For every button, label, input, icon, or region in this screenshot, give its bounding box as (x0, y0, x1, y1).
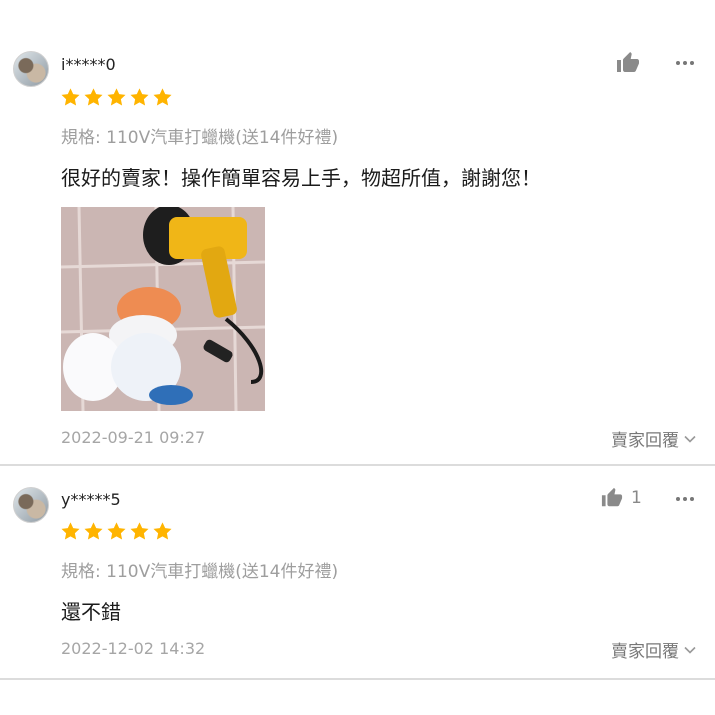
star-icon (84, 522, 103, 540)
star-icon (153, 522, 172, 540)
more-options-icon[interactable] (675, 491, 695, 507)
star-rating (60, 521, 173, 542)
star-icon (153, 88, 172, 106)
review-comment: 很好的賣家！操作簡單容易上手，物超所值，謝謝您！ (61, 166, 541, 190)
more-options-icon[interactable] (675, 55, 695, 71)
star-icon (107, 88, 126, 106)
review-comment: 還不錯 (61, 600, 121, 624)
star-icon (61, 522, 80, 540)
review-date: 2022-09-21 09:27 (61, 428, 206, 447)
thumbs-up-icon (601, 487, 623, 507)
star-icon (130, 522, 149, 540)
seller-reply-toggle[interactable]: 賣家回覆 (611, 637, 697, 662)
like-count: 1 (631, 488, 642, 508)
star-icon (107, 522, 126, 540)
thumbs-up-icon[interactable] (616, 51, 640, 75)
product-variant: 規格: 110V汽車打蠟機(送14件好禮) (61, 128, 339, 148)
product-variant: 規格: 110V汽車打蠟機(送14件好禮) (61, 562, 339, 582)
seller-reply-label: 賣家回覆 (611, 431, 679, 451)
reviewer-username: y*****5 (61, 490, 121, 509)
avatar[interactable] (13, 51, 49, 87)
review-card: y*****5 1 規格: 110V汽車打蠟機(送14件好禮) 還不錯 2022… (0, 466, 715, 680)
like-button[interactable]: 1 (601, 487, 642, 509)
review-photo[interactable] (61, 207, 265, 411)
seller-reply-label: 賣家回覆 (611, 642, 679, 662)
star-icon (84, 88, 103, 106)
reviewer-username: i*****0 (61, 55, 116, 74)
review-card: i*****0 規格: 110V汽車打蠟機(送14件好禮) 很好的賣家！操作簡單… (0, 0, 715, 466)
chevron-down-icon (684, 435, 696, 443)
star-icon (61, 88, 80, 106)
review-date: 2022-12-02 14:32 (61, 639, 206, 658)
seller-reply-toggle[interactable]: 賣家回覆 (611, 426, 697, 451)
chevron-down-icon (684, 646, 696, 654)
star-rating (60, 87, 173, 108)
avatar[interactable] (13, 487, 49, 523)
star-icon (130, 88, 149, 106)
